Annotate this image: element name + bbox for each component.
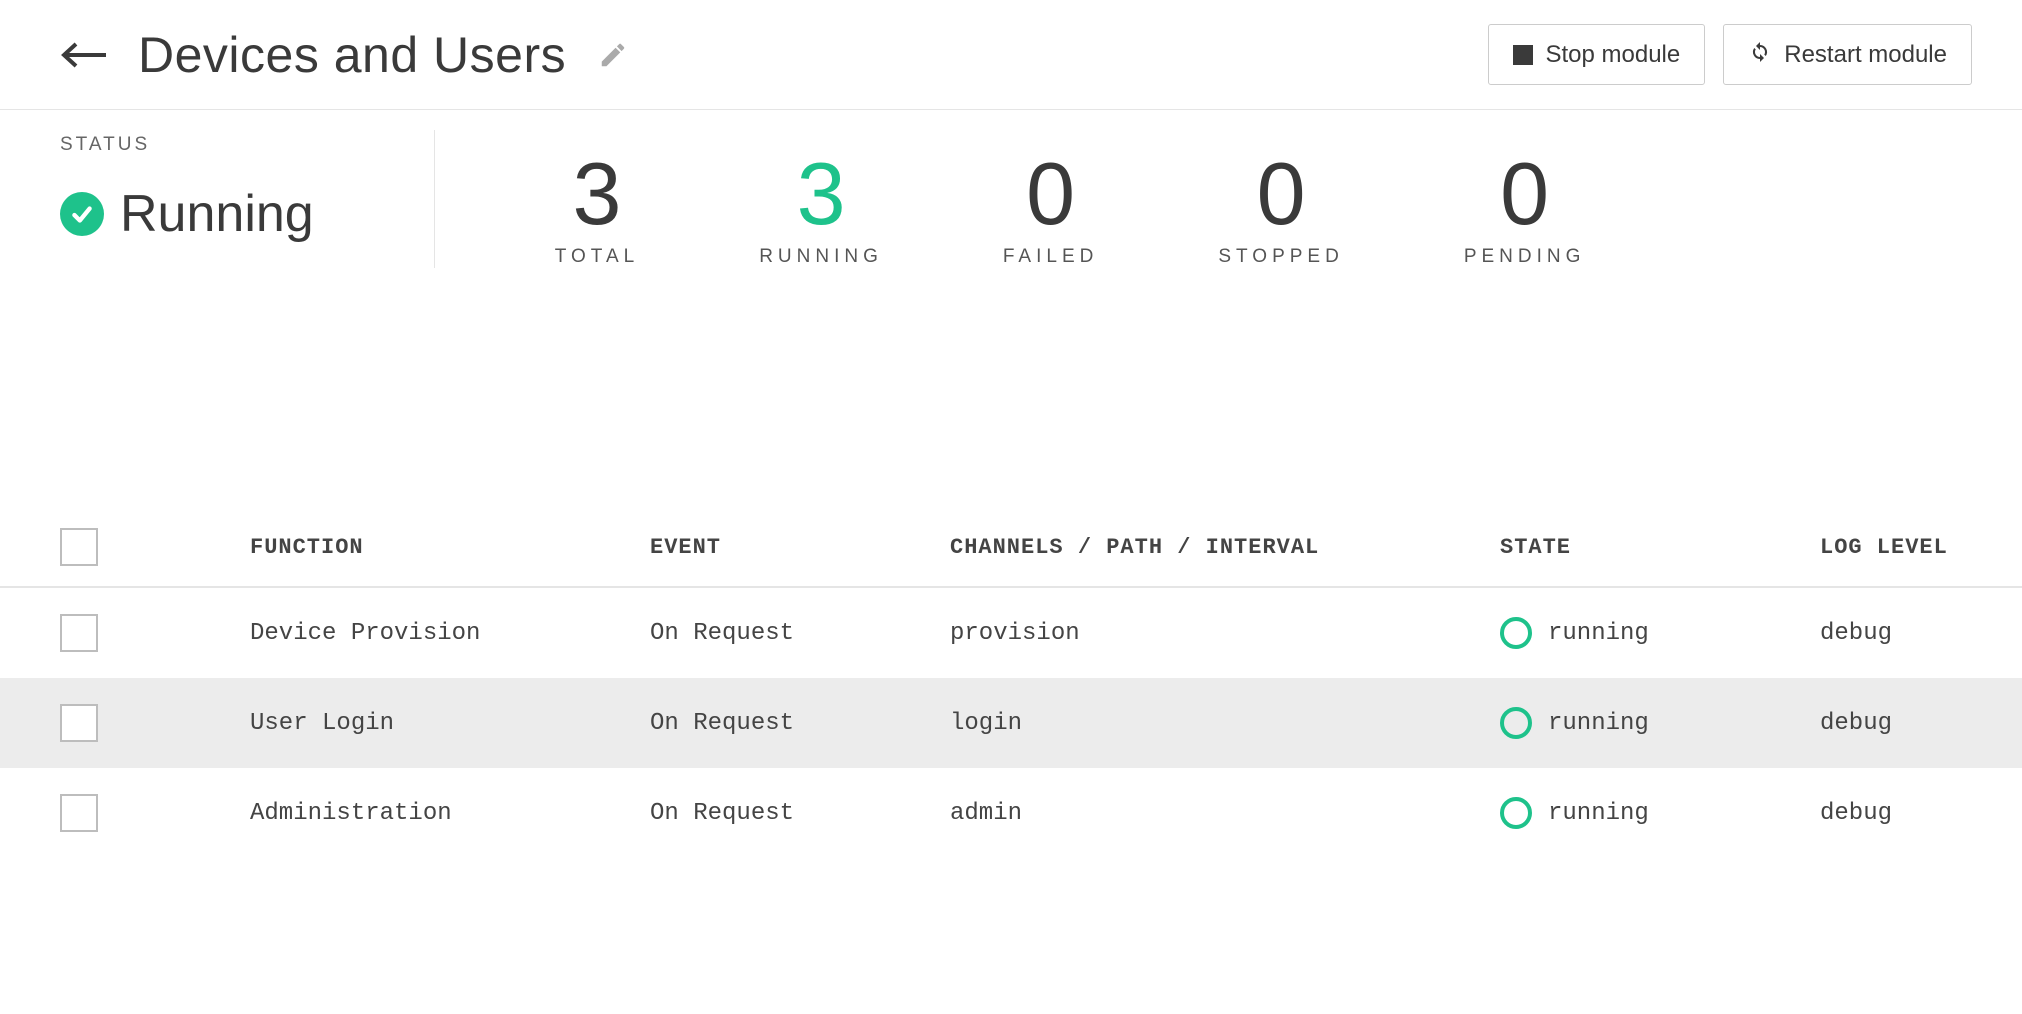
- table-row[interactable]: Administration On Request admin running …: [0, 768, 2022, 858]
- metric-failed-value: 0: [1003, 150, 1098, 238]
- cell-channels: login: [950, 710, 1500, 737]
- stop-module-button[interactable]: Stop module: [1488, 24, 1705, 85]
- table-row[interactable]: Device Provision On Request provision ru…: [0, 588, 2022, 678]
- row-checkbox[interactable]: [60, 794, 98, 832]
- metric-running-label: RUNNING: [759, 246, 883, 268]
- metric-failed: 0 FAILED: [1003, 150, 1098, 268]
- cell-event: On Request: [650, 620, 950, 647]
- status-panel: STATUS Running 3 TOTAL 3 RUNNING 0 FAILE…: [0, 110, 2022, 308]
- select-all-checkbox[interactable]: [60, 528, 98, 566]
- metric-pending-value: 0: [1464, 150, 1586, 238]
- row-checkbox[interactable]: [60, 704, 98, 742]
- metric-total-label: TOTAL: [555, 246, 639, 268]
- metric-stopped: 0 STOPPED: [1218, 150, 1343, 268]
- cell-log-level: debug: [1820, 710, 1962, 737]
- metric-pending-label: PENDING: [1464, 246, 1586, 268]
- header-function: FUNCTION: [250, 535, 650, 560]
- cell-state-text: running: [1548, 620, 1649, 647]
- stop-icon: [1513, 45, 1533, 65]
- cell-state-text: running: [1548, 710, 1649, 737]
- row-checkbox[interactable]: [60, 614, 98, 652]
- header-channels: CHANNELS / PATH / INTERVAL: [950, 535, 1500, 560]
- header-left: Devices and Users: [60, 26, 628, 84]
- status-value: Running: [60, 184, 314, 244]
- state-running-icon: [1500, 797, 1532, 829]
- page-header: Devices and Users Stop module Restart mo…: [0, 0, 2022, 110]
- back-arrow-icon[interactable]: [60, 40, 110, 70]
- metric-running: 3 RUNNING: [759, 150, 883, 268]
- table-header: FUNCTION EVENT CHANNELS / PATH / INTERVA…: [0, 508, 2022, 588]
- cell-channels: admin: [950, 800, 1500, 827]
- stop-module-label: Stop module: [1545, 41, 1680, 69]
- header-state: STATE: [1500, 535, 1820, 560]
- metric-total: 3 TOTAL: [555, 150, 639, 268]
- header-event: EVENT: [650, 535, 950, 560]
- cell-event: On Request: [650, 710, 950, 737]
- edit-icon[interactable]: [598, 40, 628, 70]
- status-text: Running: [120, 184, 314, 244]
- check-circle-icon: [60, 192, 104, 236]
- restart-icon: [1748, 39, 1772, 70]
- cell-event: On Request: [650, 800, 950, 827]
- metric-total-value: 3: [555, 150, 639, 238]
- restart-module-label: Restart module: [1784, 41, 1947, 69]
- header-log-level: LOG LEVEL: [1820, 535, 1962, 560]
- cell-log-level: debug: [1820, 620, 1962, 647]
- cell-state-text: running: [1548, 800, 1649, 827]
- cell-log-level: debug: [1820, 800, 1962, 827]
- metric-stopped-label: STOPPED: [1218, 246, 1343, 268]
- state-running-icon: [1500, 617, 1532, 649]
- page-title: Devices and Users: [138, 26, 566, 84]
- metric-pending: 0 PENDING: [1464, 150, 1586, 268]
- status-block: STATUS Running: [60, 130, 435, 268]
- cell-state: running: [1500, 797, 1820, 829]
- cell-function: Administration: [250, 800, 650, 827]
- metric-running-value: 3: [759, 150, 883, 238]
- header-actions: Stop module Restart module: [1488, 24, 1972, 85]
- functions-table: FUNCTION EVENT CHANNELS / PATH / INTERVA…: [0, 508, 2022, 858]
- metric-failed-label: FAILED: [1003, 246, 1098, 268]
- restart-module-button[interactable]: Restart module: [1723, 24, 1972, 85]
- metrics: 3 TOTAL 3 RUNNING 0 FAILED 0 STOPPED 0 P…: [515, 130, 1586, 268]
- status-label: STATUS: [60, 134, 314, 156]
- metric-stopped-value: 0: [1218, 150, 1343, 238]
- cell-function: Device Provision: [250, 620, 650, 647]
- cell-state: running: [1500, 707, 1820, 739]
- cell-channels: provision: [950, 620, 1500, 647]
- cell-function: User Login: [250, 710, 650, 737]
- state-running-icon: [1500, 707, 1532, 739]
- cell-state: running: [1500, 617, 1820, 649]
- table-row[interactable]: User Login On Request login running debu…: [0, 678, 2022, 768]
